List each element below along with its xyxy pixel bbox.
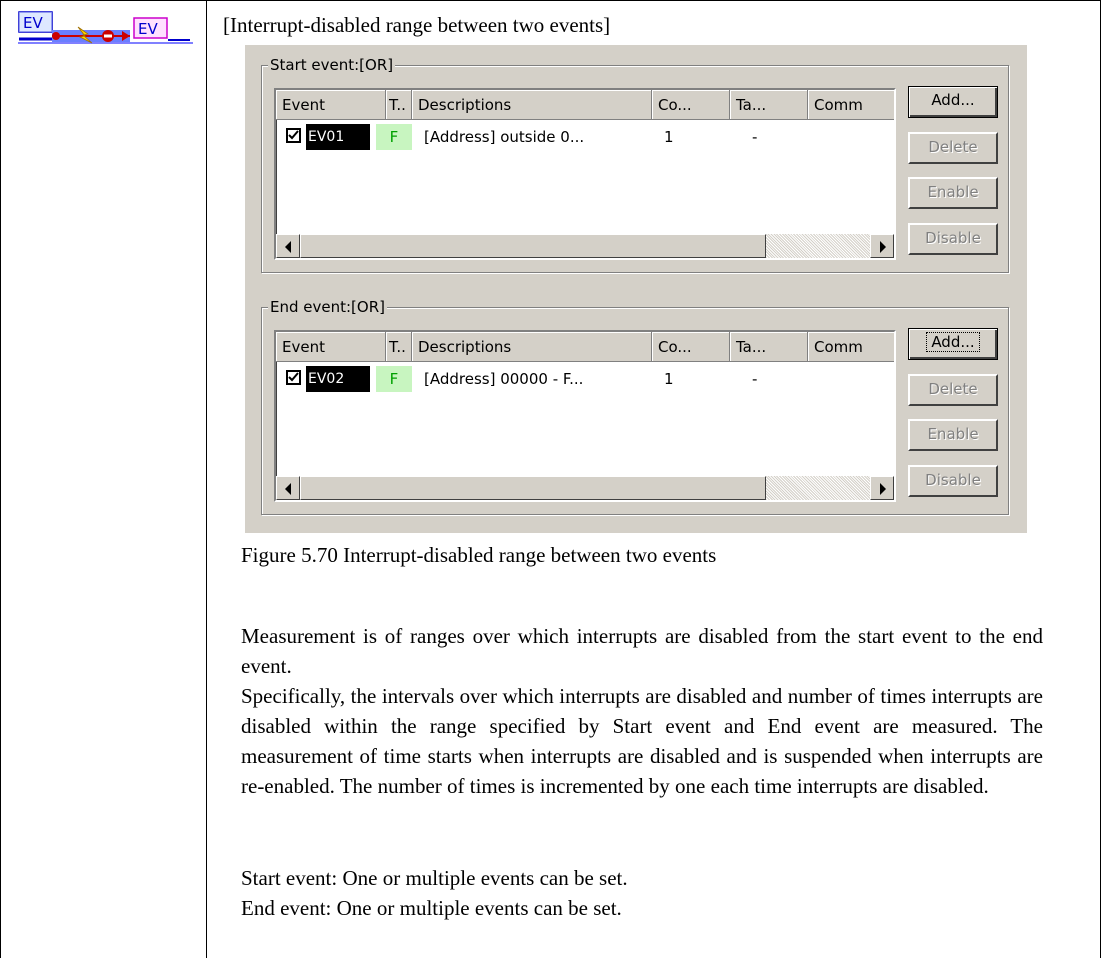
end-disable-button[interactable]: Disable bbox=[908, 465, 998, 497]
icon-cell: EV EV bbox=[0, 0, 206, 958]
document-table-row: EV EV [Interrupt-disabled range between … bbox=[0, 0, 1101, 958]
end-delete-button[interactable]: Delete bbox=[908, 374, 998, 406]
event-enabled-checkbox[interactable] bbox=[286, 128, 301, 143]
end-event-list[interactable]: Event T.. Descriptions Co... Ta... Comm … bbox=[274, 330, 896, 502]
checkmark-icon bbox=[288, 130, 299, 140]
start-disable-button[interactable]: Disable bbox=[908, 223, 998, 255]
event-type: F bbox=[376, 366, 412, 392]
arrow-left-icon bbox=[285, 241, 291, 253]
column-header-descriptions[interactable]: Descriptions bbox=[412, 90, 652, 120]
column-header-descriptions[interactable]: Descriptions bbox=[412, 332, 652, 362]
start-add-button[interactable]: Add... bbox=[908, 86, 998, 118]
column-header-comment[interactable]: Comm bbox=[808, 332, 894, 362]
list-item[interactable]: EV01 F [Address] outside 0... 1 - bbox=[276, 124, 894, 150]
scroll-thumb[interactable] bbox=[300, 234, 766, 258]
section-title: [Interrupt-disabled range between two ev… bbox=[223, 13, 611, 37]
list-item[interactable]: EV02 F [Address] 00000 - F... 1 - bbox=[276, 366, 894, 392]
scroll-left-button[interactable] bbox=[276, 234, 300, 258]
column-header-comment[interactable]: Comm bbox=[808, 90, 894, 120]
end-add-button[interactable]: Add... bbox=[908, 328, 998, 360]
scroll-left-button[interactable] bbox=[276, 476, 300, 500]
event-target: - bbox=[752, 370, 758, 388]
start-enable-button[interactable]: Enable bbox=[908, 177, 998, 209]
column-header-count[interactable]: Co... bbox=[652, 90, 730, 120]
list-header: Event T.. Descriptions Co... Ta... Comm bbox=[276, 90, 894, 120]
scroll-track[interactable] bbox=[766, 476, 870, 500]
scroll-right-button[interactable] bbox=[870, 234, 894, 258]
arrow-right-icon bbox=[880, 483, 886, 495]
start-event-group: Start event:[OR] Event T.. Descriptions … bbox=[261, 55, 1009, 273]
horizontal-scrollbar[interactable] bbox=[276, 234, 894, 258]
column-header-target[interactable]: Ta... bbox=[730, 90, 808, 120]
event-count: 1 bbox=[664, 128, 674, 146]
figure-caption: Figure 5.70 Interrupt-disabled range bet… bbox=[241, 543, 717, 567]
interrupt-disabled-range-icon: EV EV bbox=[18, 11, 193, 44]
checkmark-icon bbox=[288, 372, 299, 382]
event-description: [Address] outside 0... bbox=[424, 128, 585, 146]
event-enabled-checkbox[interactable] bbox=[286, 370, 301, 385]
scroll-thumb[interactable] bbox=[300, 476, 766, 500]
column-header-count[interactable]: Co... bbox=[652, 332, 730, 362]
end-enable-button[interactable]: Enable bbox=[908, 419, 998, 451]
svg-text:EV: EV bbox=[138, 20, 158, 38]
column-header-type[interactable]: T.. bbox=[386, 90, 412, 120]
svg-text:EV: EV bbox=[23, 14, 43, 32]
column-header-target[interactable]: Ta... bbox=[730, 332, 808, 362]
arrow-right-icon bbox=[880, 241, 886, 253]
event-count: 1 bbox=[664, 370, 674, 388]
end-event-group: End event:[OR] Event T.. Descriptions Co… bbox=[261, 297, 1009, 515]
column-header-type[interactable]: T.. bbox=[386, 332, 412, 362]
end-add-label: Add... bbox=[926, 332, 980, 352]
event-type: F bbox=[376, 124, 412, 150]
horizontal-scrollbar[interactable] bbox=[276, 476, 894, 500]
scroll-right-button[interactable] bbox=[870, 476, 894, 500]
scroll-track[interactable] bbox=[766, 234, 870, 258]
end-event-legend: End event:[OR] bbox=[268, 297, 387, 317]
event-settings-dialog: Start event:[OR] Event T.. Descriptions … bbox=[245, 45, 1027, 533]
start-delete-button[interactable]: Delete bbox=[908, 132, 998, 164]
start-event-list[interactable]: Event T.. Descriptions Co... Ta... Comm … bbox=[274, 88, 896, 260]
event-description: [Address] 00000 - F... bbox=[424, 370, 584, 388]
start-event-legend: Start event:[OR] bbox=[268, 55, 396, 75]
paragraph: Specifically, the intervals over which i… bbox=[241, 684, 1043, 798]
column-header-event[interactable]: Event bbox=[276, 90, 386, 120]
paragraph: End event: One or multiple events can be… bbox=[241, 896, 622, 920]
list-header: Event T.. Descriptions Co... Ta... Comm bbox=[276, 332, 894, 362]
column-header-event[interactable]: Event bbox=[276, 332, 386, 362]
event-target: - bbox=[752, 128, 758, 146]
description-cell: [Interrupt-disabled range between two ev… bbox=[206, 0, 1101, 958]
event-name: EV01 bbox=[306, 124, 370, 150]
paragraph: Start event: One or multiple events can … bbox=[241, 866, 628, 890]
arrow-left-icon bbox=[285, 483, 291, 495]
event-name: EV02 bbox=[306, 366, 370, 392]
paragraph: Measurement is of ranges over which inte… bbox=[241, 624, 1043, 678]
